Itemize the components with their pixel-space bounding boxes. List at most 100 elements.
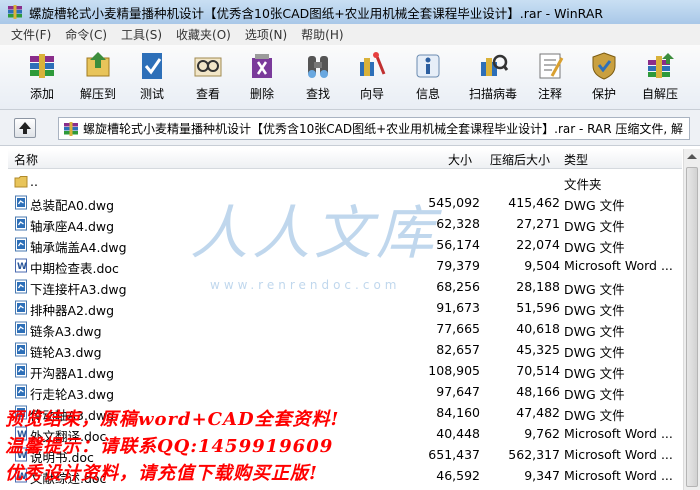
add-button[interactable]: 添加 xyxy=(16,48,68,106)
file-size: 79,379 xyxy=(436,258,480,273)
file-row[interactable]: .. 文件夹 xyxy=(8,171,682,192)
up-folder-button[interactable] xyxy=(14,118,36,138)
menu-favorites[interactable]: 收藏夹(O) xyxy=(169,26,238,43)
extract-to-label: 解压到 xyxy=(79,87,116,101)
file-name: 中期检查表.doc xyxy=(30,261,119,276)
file-packed-size: 562,317 xyxy=(508,447,560,462)
add-archive-icon xyxy=(30,54,54,78)
comment-button[interactable]: 注释 xyxy=(524,48,576,106)
file-packed-size: 9,347 xyxy=(524,468,560,483)
file-row[interactable]: 轴承端盖A4.dwg 56,174 22,074 DWG 文件 xyxy=(8,234,682,255)
file-size: 84,160 xyxy=(436,405,480,420)
file-packed-size: 48,166 xyxy=(516,384,560,399)
file-size: 651,437 xyxy=(428,447,480,462)
delete-button[interactable]: 删除 xyxy=(236,48,288,106)
sfx-button[interactable]: 自解压 xyxy=(634,48,686,106)
file-row[interactable]: 下连接杆A3.dwg 68,256 28,188 DWG 文件 xyxy=(8,276,682,297)
file-packed-size: 27,271 xyxy=(516,216,560,231)
comment-label: 注释 xyxy=(537,87,562,101)
wizard-button[interactable]: 向导 xyxy=(346,48,398,106)
file-type: DWG 文件 xyxy=(564,282,625,297)
column-header-packed[interactable]: 压缩后大小 xyxy=(490,151,550,168)
file-size: 545,092 xyxy=(428,195,480,210)
file-type: 文件夹 xyxy=(564,177,602,192)
dwg-file-icon xyxy=(14,279,28,294)
column-header-name[interactable]: 名称 xyxy=(14,151,38,168)
file-list-header: 名称 大小 压缩后大小 类型 xyxy=(8,149,682,169)
scroll-up-arrow-icon[interactable] xyxy=(687,154,697,159)
file-name: 排种器A2.dwg xyxy=(30,303,115,318)
wizard-label: 向导 xyxy=(359,87,384,101)
file-type: DWG 文件 xyxy=(564,408,625,423)
menu-options[interactable]: 选项(N) xyxy=(238,26,294,43)
file-type: DWG 文件 xyxy=(564,345,625,360)
address-path-text: 螺旋槽轮式小麦精量播种机设计【优秀含10张CAD图纸+农业用机械全套课程毕业设计… xyxy=(83,122,683,136)
protect-button[interactable]: 保护 xyxy=(578,48,630,106)
virus-scan-button[interactable]: 扫描病毒 xyxy=(464,48,522,106)
dwg-file-icon xyxy=(14,216,28,231)
file-packed-size: 40,618 xyxy=(516,321,560,336)
file-name: 下连接杆A3.dwg xyxy=(30,282,127,297)
file-size: 91,673 xyxy=(436,300,480,315)
extract-to-button[interactable]: 解压到 xyxy=(72,48,124,106)
test-button[interactable]: 测试 xyxy=(126,48,178,106)
file-packed-size: 47,482 xyxy=(516,405,560,420)
file-type: DWG 文件 xyxy=(564,219,625,234)
extract-to-icon xyxy=(86,52,110,77)
file-packed-size: 28,188 xyxy=(516,279,560,294)
file-packed-size: 9,762 xyxy=(524,426,560,441)
file-size: 62,328 xyxy=(436,216,480,231)
rar-archive-icon xyxy=(64,121,78,136)
file-type: DWG 文件 xyxy=(564,303,625,318)
find-button[interactable]: 查找 xyxy=(292,48,344,106)
file-type: Microsoft Word ... xyxy=(564,426,673,441)
word-file-icon: W xyxy=(14,258,28,273)
title-bar[interactable]: 螺旋槽轮式小麦精量播种机设计【优秀含10张CAD图纸+农业用机械全套课程毕业设计… xyxy=(0,0,700,24)
menu-help[interactable]: 帮助(H) xyxy=(294,26,350,43)
file-row[interactable]: 开沟器A1.dwg 108,905 70,514 DWG 文件 xyxy=(8,360,682,381)
file-type: Microsoft Word ... xyxy=(564,468,673,483)
file-type: Microsoft Word ... xyxy=(564,258,673,273)
column-header-type[interactable]: 类型 xyxy=(564,151,588,168)
winrar-app-icon xyxy=(8,5,22,19)
file-size: 68,256 xyxy=(436,279,480,294)
file-packed-size: 51,596 xyxy=(516,300,560,315)
file-packed-size: 70,514 xyxy=(516,363,560,378)
file-row[interactable]: 总装配A0.dwg 545,092 415,462 DWG 文件 xyxy=(8,192,682,213)
protect-icon xyxy=(592,52,616,80)
file-packed-size: 9,504 xyxy=(524,258,560,273)
dwg-file-icon xyxy=(14,342,28,357)
column-header-size[interactable]: 大小 xyxy=(448,151,472,168)
file-row[interactable]: 排种器A2.dwg 91,673 51,596 DWG 文件 xyxy=(8,297,682,318)
file-row[interactable]: 链轮A3.dwg 82,657 45,325 DWG 文件 xyxy=(8,339,682,360)
menu-tools[interactable]: 工具(S) xyxy=(114,26,169,43)
file-row[interactable]: 行走轮A3.dwg 97,647 48,166 DWG 文件 xyxy=(8,381,682,402)
folder-icon xyxy=(14,174,28,189)
virus-scan-label: 扫描病毒 xyxy=(468,87,517,101)
file-size: 97,647 xyxy=(436,384,480,399)
scroll-thumb[interactable] xyxy=(686,167,698,487)
menu-file[interactable]: 文件(F) xyxy=(4,26,58,43)
info-button[interactable]: 信息 xyxy=(402,48,454,106)
svg-text:W: W xyxy=(17,262,27,272)
address-path-field[interactable]: 螺旋槽轮式小麦精量播种机设计【优秀含10张CAD图纸+农业用机械全套课程毕业设计… xyxy=(58,117,690,140)
file-type: Microsoft Word ... xyxy=(564,447,673,462)
up-arrow-icon xyxy=(19,122,31,134)
file-name: 轴承座A4.dwg xyxy=(30,219,115,234)
file-name: 开沟器A1.dwg xyxy=(30,366,115,381)
dwg-file-icon xyxy=(14,384,28,399)
overlay-line-2: 温馨提示：请联系QQ:1459919609 xyxy=(5,436,334,457)
file-name: 链轮A3.dwg xyxy=(30,345,102,360)
file-row[interactable]: 链条A3.dwg 77,665 40,618 DWG 文件 xyxy=(8,318,682,339)
file-size: 77,665 xyxy=(436,321,480,336)
virus-scan-icon xyxy=(481,54,509,76)
delete-icon xyxy=(252,54,272,78)
view-button[interactable]: 查看 xyxy=(182,48,234,106)
file-row[interactable]: 轴承座A4.dwg 62,328 27,271 DWG 文件 xyxy=(8,213,682,234)
vertical-scrollbar[interactable] xyxy=(683,149,700,490)
menu-commands[interactable]: 命令(C) xyxy=(58,26,114,43)
file-row[interactable]: W 中期检查表.doc 79,379 9,504 Microsoft Word ... xyxy=(8,255,682,276)
sfx-label: 自解压 xyxy=(641,87,678,101)
window-title: 螺旋槽轮式小麦精量播种机设计【优秀含10张CAD图纸+农业用机械全套课程毕业设计… xyxy=(29,5,604,21)
info-label: 信息 xyxy=(415,87,440,101)
